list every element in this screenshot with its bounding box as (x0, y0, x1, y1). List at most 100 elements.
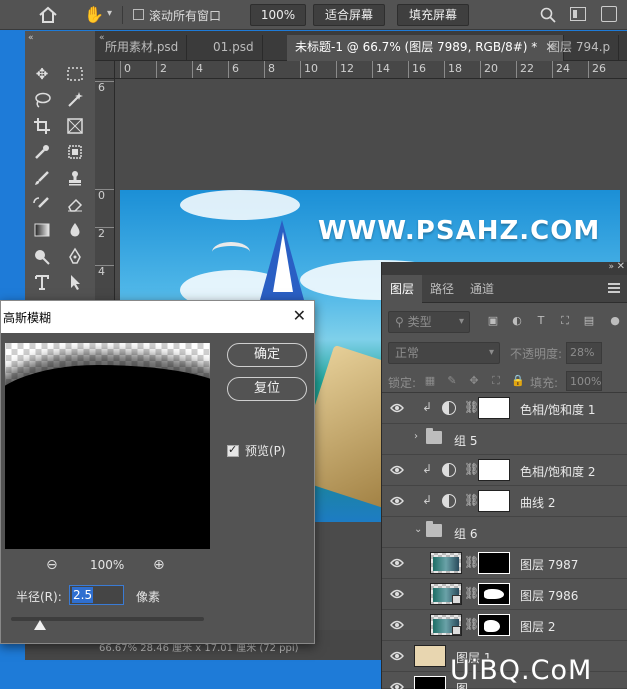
lock-all-icon[interactable]: 🔒 (510, 373, 526, 389)
visibility-eye-icon[interactable] (390, 681, 404, 689)
eraser-tool-icon[interactable] (63, 192, 87, 216)
tab-layers[interactable]: 图层 (382, 275, 423, 303)
filter-kind-select[interactable]: ⚲ 类型 ▾ (388, 311, 470, 333)
gradient-tool-icon[interactable] (30, 218, 54, 242)
link-chain-icon[interactable]: ⛓ (464, 462, 479, 476)
smart-object-filter-icon[interactable]: ▤ (582, 314, 596, 328)
opacity-input[interactable]: 28% (566, 342, 602, 364)
chevron-down-icon[interactable]: ⌄ (414, 524, 422, 535)
radius-input[interactable]: 2.5 (69, 585, 124, 605)
share-icon[interactable] (601, 6, 617, 22)
visibility-eye-icon[interactable] (390, 588, 404, 600)
layer-thumbnail[interactable] (414, 676, 446, 689)
collapse-panel-icon[interactable]: » (608, 262, 614, 272)
brush-tool-icon[interactable] (30, 166, 54, 190)
visibility-eye-icon[interactable] (390, 619, 404, 631)
fit-screen-button[interactable]: 适合屏幕 (313, 4, 385, 26)
heal-brush-icon[interactable] (63, 140, 87, 164)
tab-material-psd[interactable]: 所用素材.psd (97, 35, 188, 61)
shape-filter-icon[interactable]: ⛶ (558, 314, 572, 328)
stamp-tool-icon[interactable] (63, 166, 87, 190)
layer-name: 组 5 (454, 434, 478, 448)
dodge-tool-icon[interactable] (30, 244, 54, 268)
layer-mask-thumbnail[interactable] (478, 397, 510, 419)
blend-mode-select[interactable]: 正常 ▾ (388, 342, 500, 364)
blur-tool-icon[interactable] (63, 218, 87, 242)
preview-checkbox[interactable] (227, 443, 239, 457)
link-chain-icon[interactable]: ⛓ (464, 555, 479, 569)
type-tool-icon[interactable] (30, 270, 54, 294)
zoom-100-button[interactable]: 100% (250, 4, 306, 26)
visibility-eye-icon[interactable] (390, 464, 404, 476)
layer-group-row[interactable]: ⌄ 组 6 (382, 517, 627, 548)
pixel-filter-icon[interactable]: ▣ (486, 314, 500, 328)
link-chain-icon[interactable]: ⛓ (464, 493, 479, 507)
layer-mask-thumbnail[interactable] (478, 583, 510, 605)
layer-group-row[interactable]: › 组 5 (382, 424, 627, 455)
radius-slider-thumb[interactable] (33, 620, 46, 630)
ok-button[interactable]: 确定 (227, 343, 307, 367)
lasso-tool-icon[interactable] (30, 88, 54, 112)
lock-position-icon[interactable]: ✥ (466, 373, 482, 389)
link-chain-icon[interactable]: ⛓ (464, 617, 479, 631)
layer-row[interactable]: ⛓ 图层 7986 (382, 579, 627, 610)
history-brush-icon[interactable] (30, 192, 54, 216)
crop-tool-icon[interactable] (30, 114, 54, 138)
pen-tool-icon[interactable] (63, 244, 87, 268)
tab-layer-794[interactable]: 图层 794.p (540, 35, 620, 61)
layer-row[interactable]: ↲ ⛓ 曲线 2 (382, 486, 627, 517)
preview-zoom-row: ⊖ 100% ⊕ (1, 555, 214, 577)
link-chain-icon[interactable]: ⛓ (464, 586, 479, 600)
filter-preview[interactable] (5, 343, 210, 549)
fill-input[interactable]: 100% (566, 371, 602, 391)
scroll-all-windows-checkbox[interactable] (133, 9, 144, 20)
move-tool-icon[interactable]: ✥ (30, 62, 54, 86)
layer-thumbnail[interactable] (414, 645, 446, 667)
home-icon[interactable] (38, 6, 58, 24)
type-filter-icon[interactable]: T (534, 314, 548, 328)
layer-row[interactable]: ⛓ 图层 2 (382, 610, 627, 641)
layer-mask-thumbnail[interactable] (478, 459, 510, 481)
workspace-icon[interactable] (570, 7, 586, 21)
dialog-titlebar[interactable]: 高斯模糊 ✕ (1, 301, 314, 333)
visibility-eye-icon[interactable] (390, 495, 404, 507)
layer-mask-thumbnail[interactable] (478, 614, 510, 636)
visibility-eye-icon[interactable] (390, 402, 404, 414)
tab-channels[interactable]: 通道 (462, 275, 502, 303)
adjustment-filter-icon[interactable]: ◐ (510, 314, 524, 328)
lock-artboard-icon[interactable]: ⛶ (488, 373, 504, 389)
visibility-eye-icon[interactable] (390, 650, 404, 662)
link-chain-icon[interactable]: ⛓ (464, 400, 479, 414)
tab-untitled-1[interactable]: 未标题-1 @ 66.7% (图层 7989, RGB/8#) * ✕ (287, 35, 565, 61)
tab-01-psd[interactable]: 01.psd (205, 35, 263, 61)
panel-menu-icon[interactable] (608, 283, 620, 293)
zoom-in-icon[interactable]: ⊕ (153, 557, 165, 573)
ruler-tick: 18 (444, 61, 462, 78)
layer-row[interactable]: ⛓ 图层 7987 (382, 548, 627, 579)
filter-toggle-icon[interactable]: ● (608, 314, 622, 328)
layer-row[interactable]: ↲ ⛓ 色相/饱和度 2 (382, 455, 627, 486)
lock-transparent-icon[interactable]: ▦ (422, 373, 438, 389)
chevron-down-icon[interactable]: ▾ (107, 8, 112, 19)
eyedropper-icon[interactable] (30, 140, 54, 164)
close-panel-icon[interactable]: ✕ (617, 261, 625, 272)
fill-screen-button[interactable]: 填充屏幕 (397, 4, 469, 26)
layer-mask-thumbnail[interactable] (478, 490, 510, 512)
layer-mask-thumbnail[interactable] (478, 552, 510, 574)
tab-paths[interactable]: 路径 (422, 275, 462, 303)
path-select-icon[interactable] (63, 270, 87, 294)
search-icon[interactable] (540, 7, 556, 23)
chevron-right-icon[interactable]: › (414, 431, 418, 442)
lock-pixels-icon[interactable]: ✎ (444, 373, 460, 389)
layer-row[interactable]: ↲ ⛓ 色相/饱和度 1 (382, 393, 627, 424)
marquee-tool-icon[interactable] (63, 62, 87, 86)
zoom-out-icon[interactable]: ⊖ (46, 557, 58, 573)
close-icon[interactable]: ✕ (293, 306, 306, 326)
collapse-panel-icon[interactable]: « (28, 33, 34, 43)
reset-button[interactable]: 复位 (227, 377, 307, 401)
layer-thumbnail[interactable] (430, 552, 462, 574)
frame-tool-icon[interactable] (63, 114, 87, 138)
hand-tool-icon[interactable]: ✋ (84, 5, 104, 25)
visibility-eye-icon[interactable] (390, 557, 404, 569)
magic-wand-icon[interactable] (63, 88, 87, 112)
